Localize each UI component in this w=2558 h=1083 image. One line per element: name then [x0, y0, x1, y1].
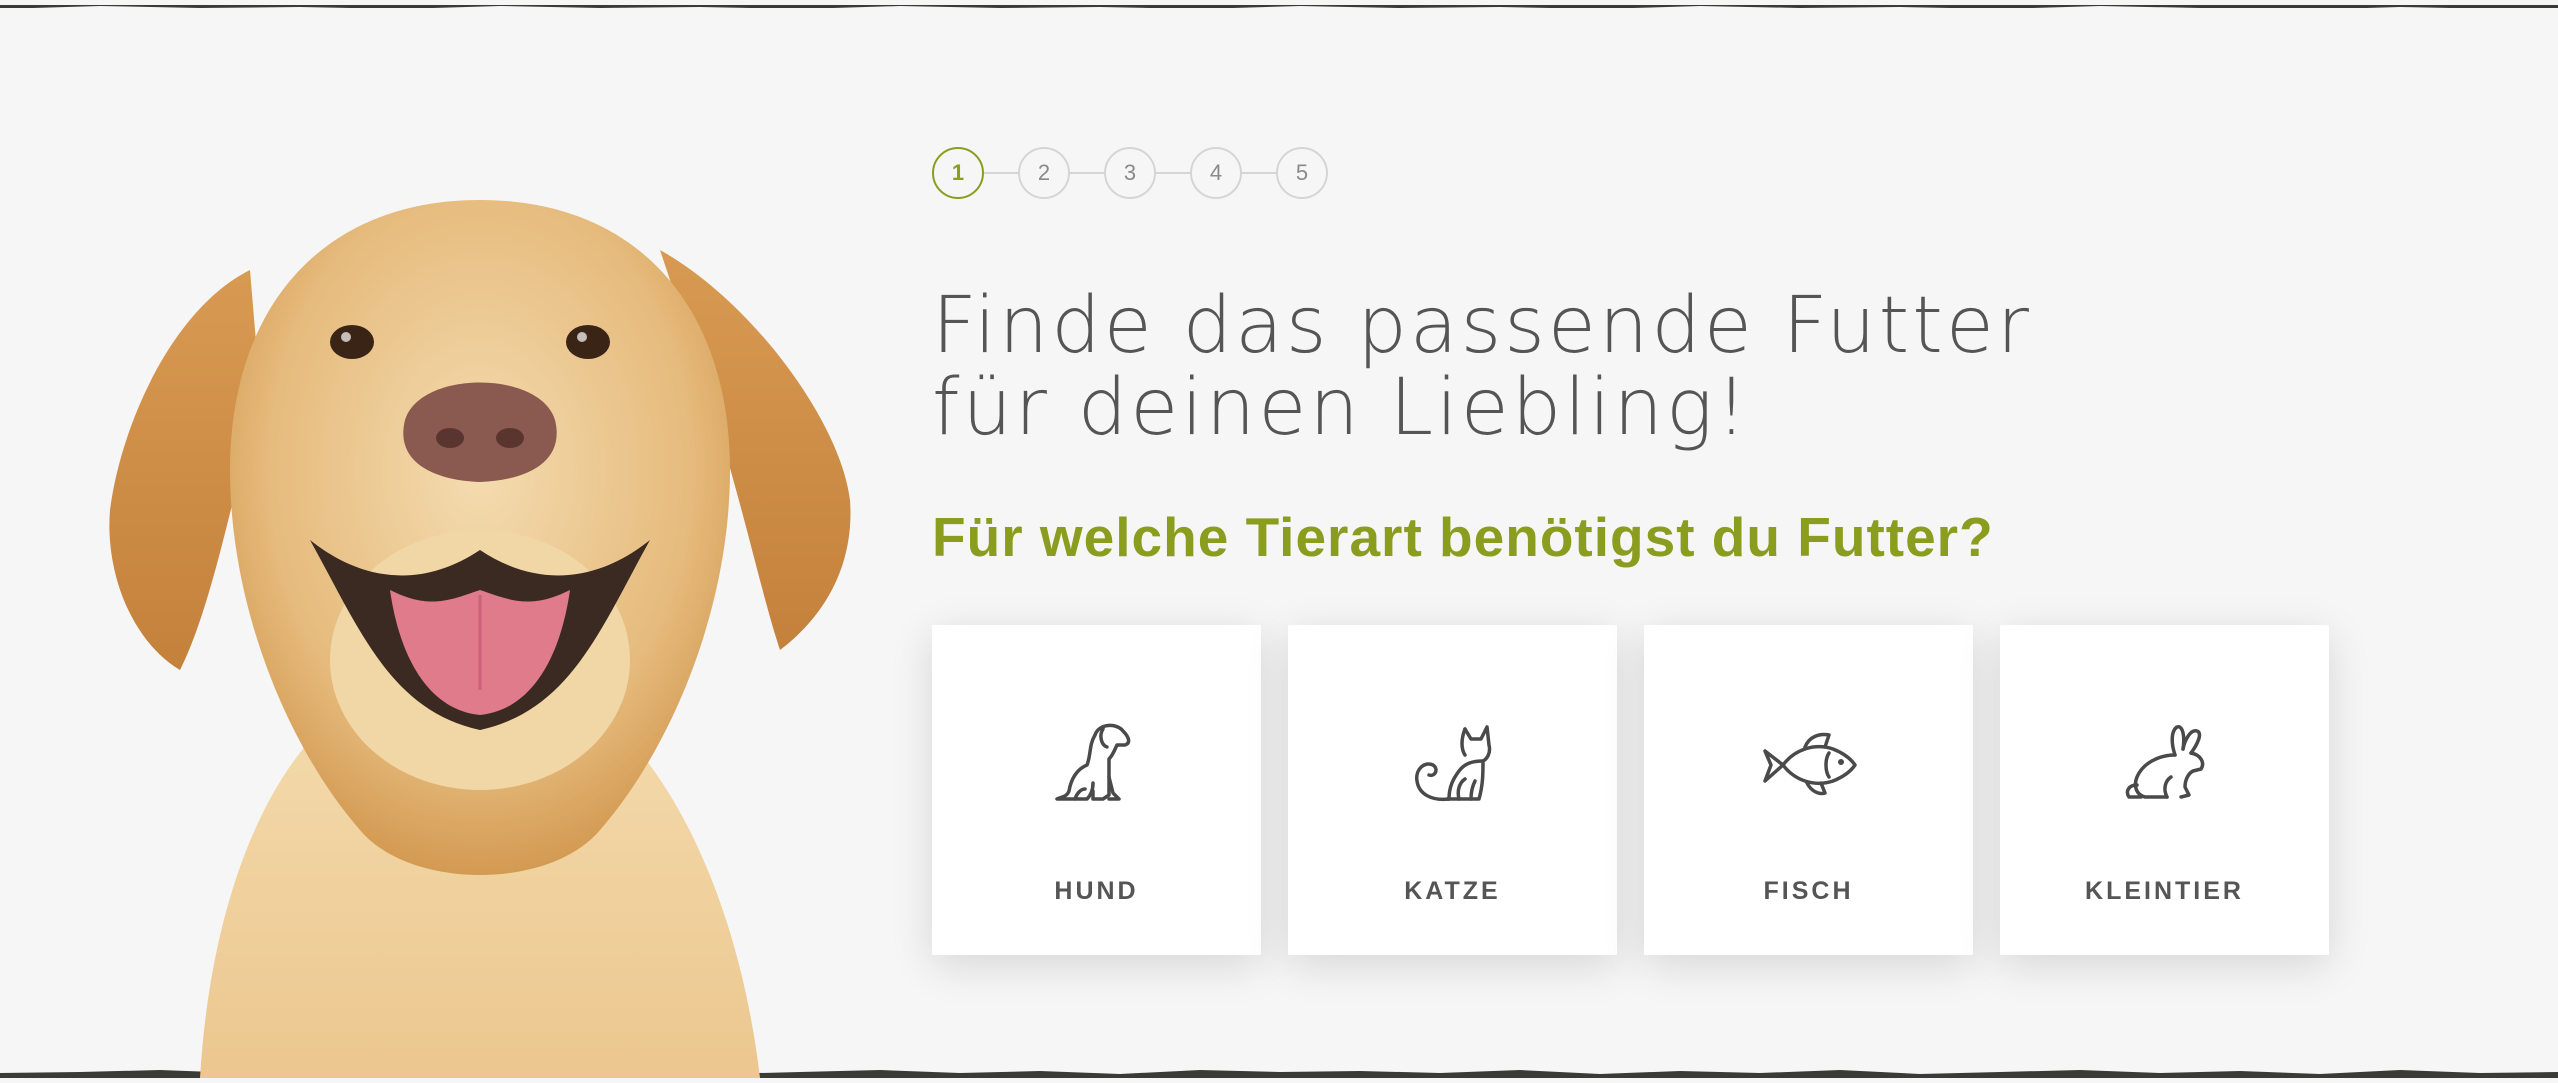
question-heading: Für welche Tierart benötigst du Futter? — [932, 506, 1994, 568]
dog-photo — [60, 190, 880, 1078]
dog-icon — [932, 715, 1261, 825]
option-card-katze[interactable]: KATZE — [1288, 625, 1617, 955]
page-title-line1: Finde das passende Futter — [932, 281, 2032, 371]
option-card-hund[interactable]: HUND — [932, 625, 1261, 955]
step-2[interactable]: 2 — [1018, 147, 1070, 199]
step-3[interactable]: 3 — [1104, 147, 1156, 199]
progress-stepper: 1 2 3 4 5 — [932, 145, 1328, 201]
option-label-fisch: FISCH — [1763, 877, 1854, 905]
option-label-hund: HUND — [1054, 877, 1139, 905]
step-connector — [1242, 172, 1276, 174]
option-card-fisch[interactable]: FISCH — [1644, 625, 1973, 955]
fish-icon — [1644, 715, 1973, 825]
page-title-line2: für deinen Liebling! — [932, 363, 1751, 453]
step-1[interactable]: 1 — [932, 147, 984, 199]
torn-edge-top — [0, 0, 2558, 8]
option-label-kleintier: KLEINTIER — [2085, 877, 2244, 905]
step-5[interactable]: 5 — [1276, 147, 1328, 199]
step-4[interactable]: 4 — [1190, 147, 1242, 199]
step-connector — [984, 172, 1018, 174]
cat-icon — [1288, 715, 1617, 825]
step-connector — [1070, 172, 1104, 174]
rabbit-icon — [2000, 715, 2329, 825]
step-connector — [1156, 172, 1190, 174]
option-label-katze: KATZE — [1404, 877, 1501, 905]
option-card-kleintier[interactable]: KLEINTIER — [2000, 625, 2329, 955]
animal-options: HUND KATZE FISCH KLEINTIER — [932, 625, 2329, 955]
page-title: Finde das passende Futter für deinen Lie… — [932, 285, 2032, 449]
